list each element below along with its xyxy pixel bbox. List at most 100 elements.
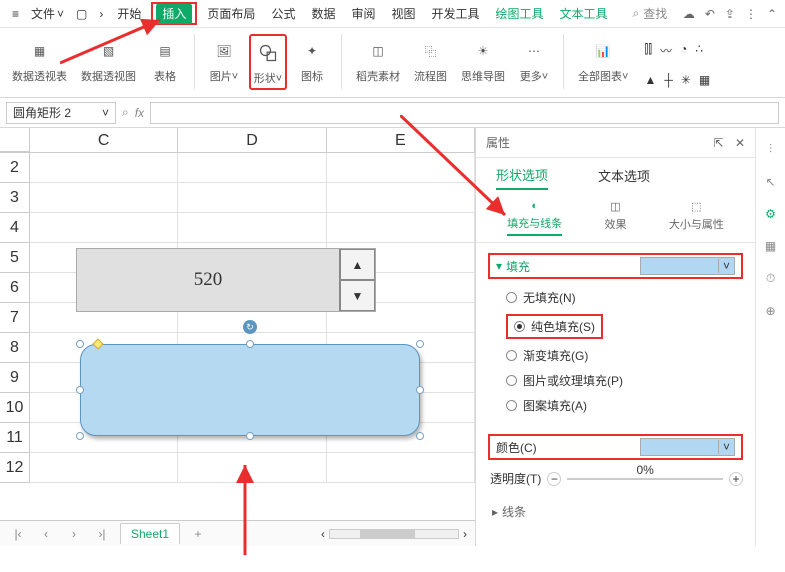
scroll-left-icon[interactable]: ‹: [321, 527, 325, 541]
col-header[interactable]: E: [327, 128, 475, 152]
ribbon-mindmap[interactable]: ☀ 思维导图: [457, 34, 509, 86]
radar-chart-icon[interactable]: ✳: [681, 73, 691, 87]
row-header[interactable]: 7: [0, 303, 30, 333]
selection-handle[interactable]: [76, 340, 84, 348]
radio-pattern-fill[interactable]: 图案填充(A): [506, 397, 743, 414]
search-icon[interactable]: ⌕: [633, 6, 640, 21]
pin-icon[interactable]: ⇱: [714, 136, 724, 150]
row-header[interactable]: 11: [0, 423, 30, 453]
minus-button[interactable]: −: [547, 472, 561, 486]
ribbon-flowchart[interactable]: ⿻ 流程图: [410, 34, 451, 86]
tab-formula[interactable]: 公式: [265, 2, 301, 25]
row-header[interactable]: 9: [0, 363, 30, 393]
row-header[interactable]: 6: [0, 273, 30, 303]
line-section[interactable]: ▸ 线条: [488, 497, 743, 526]
selection-handle[interactable]: [416, 432, 424, 440]
share-icon[interactable]: ⇪: [725, 7, 735, 21]
ribbon-all-charts[interactable]: 📊 全部图表˅: [574, 34, 632, 86]
ribbon-more[interactable]: ⋯ 更多˅: [515, 34, 553, 86]
link-icon[interactable]: ⊕: [765, 304, 775, 318]
bar-chart-icon[interactable]: ⫿⫿: [644, 42, 652, 59]
ribbon-pivot-table[interactable]: ▦ 数据透视表: [8, 34, 71, 86]
horizontal-scrollbar[interactable]: [329, 529, 459, 539]
fill-section-title[interactable]: ▾ 填充: [496, 258, 530, 275]
row-header[interactable]: 2: [0, 153, 30, 183]
tab-start[interactable]: 开始: [111, 2, 147, 25]
tab-insert[interactable]: 插入: [156, 4, 192, 24]
spinner-control[interactable]: 520 ▲ ▼: [76, 248, 376, 312]
selection-handle[interactable]: [246, 340, 254, 348]
tab-drawing-tools[interactable]: 绘图工具: [490, 2, 550, 25]
selection-handle[interactable]: [76, 432, 84, 440]
transparency-slider[interactable]: 0%: [567, 478, 723, 480]
col-header[interactable]: C: [30, 128, 178, 152]
selection-handle[interactable]: [416, 386, 424, 394]
radio-gradient-fill[interactable]: 渐变填充(G): [506, 347, 743, 364]
radio-picture-fill[interactable]: 图片或纹理填充(P): [506, 372, 743, 389]
selection-handle[interactable]: [246, 432, 254, 440]
tab-data[interactable]: 数据: [305, 2, 341, 25]
rounded-rectangle-shape[interactable]: [80, 344, 420, 436]
select-all-corner[interactable]: [0, 128, 30, 152]
spin-up-button[interactable]: ▲: [340, 249, 375, 280]
tab-review[interactable]: 审阅: [345, 2, 381, 25]
toolbox-icon[interactable]: ▦: [765, 239, 776, 253]
combo-chart-icon[interactable]: ▦: [699, 73, 710, 87]
ribbon-tables[interactable]: ▤ 表格: [146, 34, 184, 86]
first-sheet-button[interactable]: |‹: [8, 527, 28, 541]
search-icon[interactable]: ⌕: [122, 105, 129, 120]
selection-handle[interactable]: [76, 386, 84, 394]
settings-icon[interactable]: ⚙: [765, 207, 776, 221]
ribbon-shapes[interactable]: 形状˅: [249, 34, 287, 90]
cloud-icon[interactable]: ☁: [683, 7, 695, 21]
color-picker[interactable]: ˅: [640, 438, 735, 456]
undo-icon[interactable]: ↶: [705, 7, 715, 21]
fx-label[interactable]: fx: [135, 106, 144, 120]
formula-input[interactable]: [150, 102, 779, 124]
row-header[interactable]: 8: [0, 333, 30, 363]
ribbon-pivot-chart[interactable]: ▧ 数据透视图: [77, 34, 140, 86]
search-placeholder[interactable]: 查找: [643, 5, 667, 22]
tab-devtools[interactable]: 开发工具: [426, 2, 486, 25]
row-header[interactable]: 5: [0, 243, 30, 273]
tab-text-options[interactable]: 文本选项: [598, 162, 650, 189]
line-chart-icon[interactable]: 〰: [660, 42, 672, 59]
handle-icon[interactable]: ⫶: [769, 142, 772, 157]
save-icon[interactable]: ▢: [72, 5, 91, 23]
subtab-fill-line[interactable]: ◐ 填充与线条: [507, 200, 562, 236]
name-box[interactable]: 圆角矩形 2 ˅: [6, 102, 116, 124]
prev-sheet-button[interactable]: ‹: [36, 527, 56, 541]
row-header[interactable]: 3: [0, 183, 30, 213]
tab-shape-options[interactable]: 形状选项: [496, 161, 548, 190]
donut-chart-icon[interactable]: ◔: [680, 42, 687, 59]
scatter-chart-icon[interactable]: ∴: [695, 42, 703, 59]
row-header[interactable]: 12: [0, 453, 30, 483]
stock-chart-icon[interactable]: ┼: [664, 73, 673, 87]
collapse-ribbon-icon[interactable]: ⌃: [767, 7, 777, 21]
ribbon-icons[interactable]: ✦ 图标: [293, 34, 331, 86]
close-icon[interactable]: ✕: [735, 136, 745, 150]
plus-button[interactable]: +: [729, 472, 743, 486]
rotate-handle[interactable]: ↻: [243, 320, 257, 334]
last-sheet-button[interactable]: ›|: [92, 527, 112, 541]
radio-solid-fill[interactable]: 纯色填充(S): [506, 314, 603, 339]
row-header[interactable]: 10: [0, 393, 30, 423]
col-header[interactable]: D: [178, 128, 326, 152]
tab-page-layout[interactable]: 页面布局: [201, 2, 261, 25]
spin-down-button[interactable]: ▼: [340, 280, 375, 311]
ribbon-material[interactable]: ◫ 稻壳素材: [352, 34, 404, 86]
next-sheet-button[interactable]: ›: [64, 527, 84, 541]
tab-text-tools[interactable]: 文本工具: [554, 2, 614, 25]
scroll-right-icon[interactable]: ›: [463, 527, 467, 541]
hamburger-menu[interactable]: ≡: [8, 5, 23, 23]
backup-icon[interactable]: ⏱: [766, 271, 775, 286]
area-chart-icon[interactable]: ▲: [644, 73, 656, 87]
file-menu[interactable]: 文件 ˅: [27, 3, 68, 24]
add-sheet-button[interactable]: +: [188, 527, 208, 541]
subtab-effects[interactable]: ◫ 效果: [604, 200, 626, 236]
radio-no-fill[interactable]: 无填充(N): [506, 289, 743, 306]
ribbon-pictures[interactable]: 🖼 图片˅: [205, 34, 243, 86]
row-header[interactable]: 4: [0, 213, 30, 243]
subtab-size[interactable]: ⬚ 大小与属性: [669, 200, 724, 236]
cursor-icon[interactable]: ↖: [765, 175, 775, 189]
